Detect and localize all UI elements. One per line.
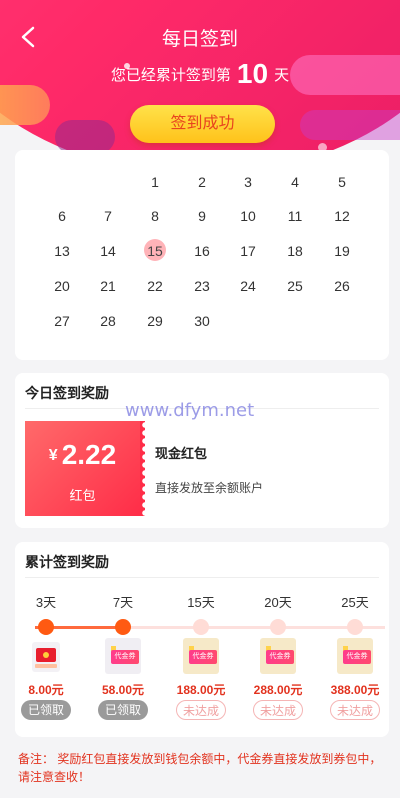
section-title: 累计签到奖励 (25, 554, 109, 570)
decor-blob (55, 120, 115, 154)
calendar-day: 3 (244, 174, 252, 190)
calendar-day: 22 (147, 278, 163, 294)
calendar-day: 13 (54, 243, 70, 259)
coupon-label: 代金券 (111, 650, 139, 664)
calendar-day: 5 (338, 174, 346, 190)
calendar-day: 7 (104, 208, 112, 224)
milestone-days: 15天 (187, 595, 215, 610)
milestone-dot (38, 619, 54, 635)
calendar-day: 26 (334, 278, 350, 294)
coupon-icon: 代金券 (183, 638, 219, 674)
amount-value: 2.22 (61, 439, 117, 470)
today-reward-card: 今日签到奖励 ¥2.22 红包 现金红包 直接发放至余额账户 (15, 373, 389, 528)
calendar-day: 27 (54, 313, 70, 329)
coupon-icon: 代金券 (105, 638, 141, 674)
streak-prefix: 您已经累计签到第 (110, 67, 231, 84)
divider (25, 577, 379, 578)
calendar-day: 30 (194, 313, 210, 329)
reward-amount: ¥2.22 (25, 439, 140, 471)
milestone-status: 已领取 (21, 700, 71, 720)
ticket-label: 红包 (69, 488, 96, 503)
red-packet-icon (32, 642, 60, 672)
calendar-day: 10 (240, 208, 256, 224)
calendar-day: 20 (54, 278, 70, 294)
coupon-icon: 代金券 (337, 638, 373, 674)
milestone-days: 25天 (341, 595, 369, 610)
calendar-day: 23 (194, 278, 210, 294)
coupon-label: 代金券 (189, 650, 217, 664)
milestone-status[interactable]: 未达成 (176, 700, 226, 720)
milestone-status: 已领取 (98, 700, 148, 720)
reward-description: 直接发放至余额账户 (155, 481, 264, 495)
calendar-day: 12 (334, 208, 350, 224)
coupon-label: 代金券 (266, 650, 294, 664)
calendar-day: 16 (194, 243, 210, 259)
calendar-day: 28 (100, 313, 116, 329)
calendar-day: 4 (291, 174, 299, 190)
section-title: 今日签到奖励 (25, 385, 109, 401)
signin-button[interactable]: 签到成功 (130, 105, 275, 143)
milestone-status[interactable]: 未达成 (330, 700, 380, 720)
currency-symbol: ¥ (48, 447, 58, 464)
milestone-dot (115, 619, 131, 635)
milestone-dot (270, 619, 286, 635)
streak-text: 您已经累计签到第 10 天 (0, 58, 400, 90)
reward-ticket: ¥2.22 红包 (25, 421, 140, 516)
page-title: 每日签到 (161, 29, 238, 50)
decor-blob (300, 110, 400, 140)
calendar-day: 9 (198, 208, 206, 224)
milestone-amount: 188.00元 (176, 683, 226, 697)
milestone-amount: 8.00元 (28, 683, 64, 697)
calendar-day: 25 (287, 278, 303, 294)
coupon-icon: 代金券 (260, 638, 296, 674)
milestone-days: 3天 (35, 595, 57, 610)
ticket-perforation (140, 421, 145, 516)
calendar-day: 6 (58, 208, 66, 224)
calendar-day: 18 (287, 243, 303, 259)
milestone-days: 20天 (264, 595, 292, 610)
calendar-day: 24 (240, 278, 256, 294)
streak-suffix: 天 (274, 67, 290, 84)
calendar-day: 1 (151, 174, 159, 190)
footer-note: 备注： 奖励红包直接发放到钱包余额中，代金券直接发放到券包中，请注意查收！ (18, 752, 382, 784)
calendar-day: 11 (287, 208, 303, 224)
calendar-day-today: 15 (140, 239, 170, 262)
calendar-day: 8 (151, 208, 159, 224)
calendar-card: 1 2 3 4 5 6 7 8 9 10 11 12 13 14 15 16 17 18 19 20 21 22 23 24 2… (15, 150, 389, 360)
reward-name: 现金红包 (155, 446, 208, 461)
decor-blob (0, 85, 50, 125)
calendar-day: 17 (240, 243, 256, 259)
calendar-day: 2 (198, 174, 206, 190)
streak-days: 10 (236, 58, 269, 89)
milestone-amount: 58.00元 (101, 683, 145, 697)
milestone-dot (347, 619, 363, 635)
calendar-day: 21 (100, 278, 116, 294)
milestone-amount: 288.00元 (253, 683, 303, 697)
calendar-day: 29 (147, 313, 163, 329)
milestone-days: 7天 (112, 595, 134, 610)
header-banner: 每日签到 您已经累计签到第 10 天 签到成功 (0, 0, 400, 175)
milestone-dot (193, 619, 209, 635)
watermark: www.dfym.net (125, 400, 255, 421)
calendar-day: 14 (100, 243, 116, 259)
calendar-day: 19 (334, 243, 350, 259)
milestone-status[interactable]: 未达成 (253, 700, 303, 720)
coupon-label: 代金券 (343, 650, 371, 664)
milestone-amount: 388.00元 (330, 683, 380, 697)
cumulative-reward-card: 累计签到奖励 3天 8.00元已领取 7天代金券 58.00元已领取 15天代金券 188… (15, 542, 389, 737)
